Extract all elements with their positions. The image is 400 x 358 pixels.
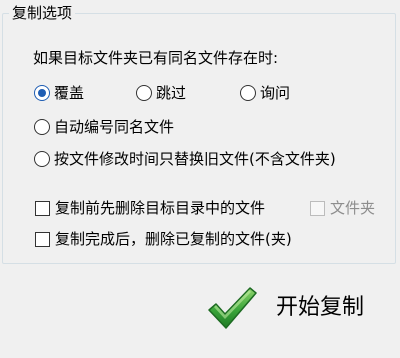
checkmark-icon [208,287,257,329]
radio-overwrite[interactable]: 覆盖 [34,83,84,103]
start-copy-label: 开始复制 [276,295,365,320]
checkbox-folders[interactable]: 文件夹 [310,198,375,218]
checkbox-delete-before-label: 复制前先删除目标目录中的文件 [55,199,266,217]
start-copy-button[interactable]: 开始复制 [206,282,386,334]
checkbox-delete-after-label: 复制完成后，删除已复制的文件(夹) [55,230,292,248]
checkbox-delete-before[interactable]: 复制前先删除目标目录中的文件 [35,198,265,218]
groupbox-title: 复制选项 [9,4,76,22]
radio-skip-label: 跳过 [156,84,187,102]
radio-ask[interactable]: 询问 [240,83,290,103]
radio-auto-rename-label: 自动编号同名文件 [54,118,175,136]
radio-skip[interactable]: 跳过 [136,83,186,103]
radio-replace-older-label: 按文件修改时间只替换旧文件(不含文件夹) [54,150,336,168]
checkbox-delete-after[interactable]: 复制完成后，删除已复制的文件(夹) [35,229,292,249]
radio-indicator-overwrite[interactable] [34,85,50,101]
checkbox-indicator-folders[interactable] [310,200,325,216]
radio-auto-rename[interactable]: 自动编号同名文件 [34,117,174,137]
checkbox-indicator-delete-before[interactable] [35,200,50,216]
radio-indicator-auto-rename[interactable] [34,119,50,135]
radio-indicator-ask[interactable] [240,85,256,101]
conflict-prompt-label: 如果目标文件夹已有同名文件存在时: [33,49,279,67]
radio-replace-older[interactable]: 按文件修改时间只替换旧文件(不含文件夹) [34,149,336,169]
radio-indicator-replace-older[interactable] [34,151,50,167]
radio-ask-label: 询问 [260,84,291,102]
radio-indicator-skip[interactable] [136,85,152,101]
copy-options-panel: 复制选项 如果目标文件夹已有同名文件存在时: 覆盖 跳过 询问 自动编号同名文件… [0,0,400,358]
radio-overwrite-label: 覆盖 [54,84,85,102]
checkbox-indicator-delete-after[interactable] [35,231,50,247]
checkbox-folders-label: 文件夹 [330,199,376,217]
